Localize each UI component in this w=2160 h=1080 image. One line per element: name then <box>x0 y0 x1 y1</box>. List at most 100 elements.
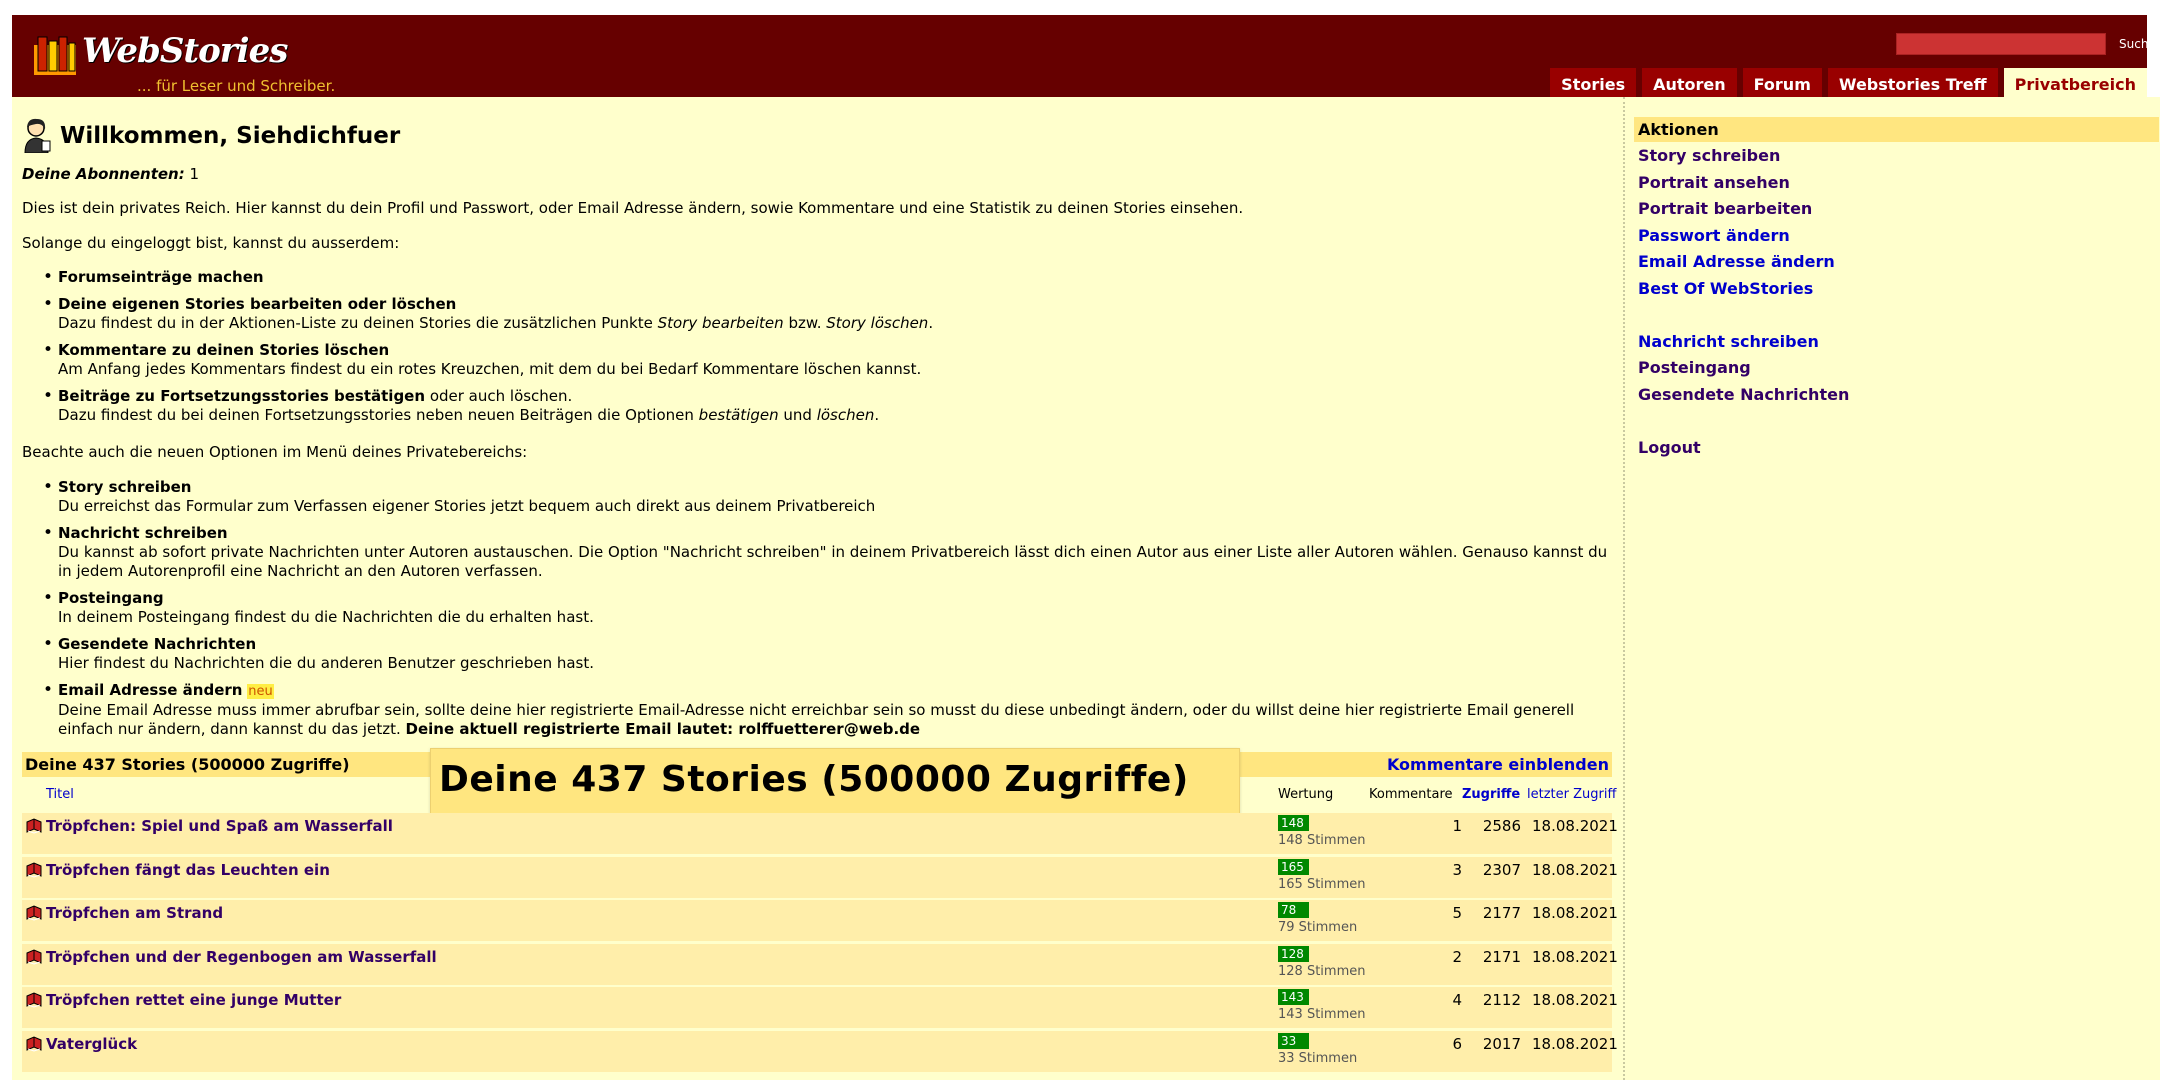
list-item: Gesendete Nachrichten Hier findest du Na… <box>43 635 1615 673</box>
rating-badge: 33 <box>1278 1032 1309 1049</box>
stories-table-header: Titel Wertung Kommentare Zugriffe letzte… <box>22 785 1616 805</box>
sidebar: Aktionen Story schreiben Portrait ansehe… <box>1623 97 2160 1080</box>
book-icon <box>26 1035 42 1052</box>
search-input[interactable] <box>1896 33 2106 55</box>
user-avatar-icon <box>24 118 51 153</box>
comment-count: 5 <box>1452 904 1462 922</box>
book-icon <box>26 992 42 1008</box>
bullet-title-suffix: oder auch löschen. <box>425 387 573 405</box>
column-title[interactable]: Titel <box>46 787 74 802</box>
tab-forum[interactable]: Forum <box>1742 68 1822 97</box>
sidebar-item-best-of[interactable]: Best Of WebStories <box>1638 279 1813 298</box>
list-item: Email Adresse ändern neu Deine Email Adr… <box>43 681 1615 739</box>
logo-title: WebStories <box>82 31 288 71</box>
view-count: 2586 <box>1482 817 1521 835</box>
tab-autoren[interactable]: Autoren <box>1642 68 1737 97</box>
bullet-text: Dazu findest du in der Aktionen-Liste zu… <box>58 314 658 332</box>
bullet-text: Du kannst ab sofort private Nachrichten … <box>58 543 1608 580</box>
rating-badge: 78 <box>1278 902 1309 918</box>
toggle-comments-link[interactable]: Kommentare einblenden <box>1387 755 1609 774</box>
comment-count: 4 <box>1452 991 1462 1009</box>
site-logo[interactable]: WebStories ... für Leser und Schreiber. <box>22 23 335 95</box>
tab-privatbereich[interactable]: Privatbereich <box>2003 68 2147 97</box>
column-last-access[interactable]: letzter Zugriff <box>1527 787 1616 802</box>
bullet-title: Story schreiben <box>58 478 192 496</box>
rating-votes: 128 Stimmen <box>1278 963 1366 979</box>
book-icon <box>26 818 42 834</box>
bullet-text: Dazu findest du bei deinen Fortsetzungss… <box>58 406 699 424</box>
column-rating: Wertung <box>1278 787 1334 802</box>
sidebar-item-email-aendern[interactable]: Email Adresse ändern <box>1638 252 1835 271</box>
bullet-text-italic: bestätigen <box>698 406 779 424</box>
bullet-title: Email Adresse ändern <box>58 681 243 699</box>
sidebar-item-posteingang[interactable]: Posteingang <box>1638 358 1751 377</box>
column-views[interactable]: Zugriffe <box>1462 787 1520 802</box>
rating-votes: 143 Stimmen <box>1278 1007 1366 1022</box>
sidebar-item-portrait-ansehen[interactable]: Portrait ansehen <box>1638 173 1790 192</box>
bullet-text-italic: Story löschen <box>826 314 929 332</box>
book-icon <box>26 948 42 965</box>
logo-slogan: ... für Leser und Schreiber. <box>137 77 336 95</box>
sidebar-item-passwort-aendern[interactable]: Passwort ändern <box>1638 226 1790 245</box>
tab-stories[interactable]: Stories <box>1550 68 1637 97</box>
story-title-link[interactable]: Tröpfchen und der Regenbogen am Wasserfa… <box>46 948 437 966</box>
view-count: 2171 <box>1482 947 1521 966</box>
sidebar-item-portrait-bearbeiten[interactable]: Portrait bearbeiten <box>1638 199 1812 218</box>
bullet-title: Kommentare zu deinen Stories löschen <box>58 341 390 359</box>
view-count: 2017 <box>1482 1034 1521 1053</box>
stories-title-magnified: Deine 437 Stories (500000 Zugriffe) <box>430 748 1240 818</box>
table-row: Tröpfchen am Strand 78 79 Stimmen 5 2177 18.0… <box>22 900 1618 941</box>
bullet-text: . <box>928 314 934 332</box>
list-item: Posteingang In deinem Posteingang findes… <box>43 589 1615 627</box>
list-item: Nachricht schreiben Du kannst ab sofort … <box>43 524 1615 581</box>
story-title-link[interactable]: Tröpfchen fängt das Leuchten ein <box>46 861 330 879</box>
story-title-link[interactable]: Tröpfchen rettet eine junge Mutter <box>46 991 341 1009</box>
bullet-title: Deine eigenen Stories bearbeiten oder lö… <box>58 295 457 313</box>
list-item: Forumseinträge machen <box>43 268 1615 287</box>
rating-badge: 143 <box>1278 989 1309 1005</box>
sidebar-item-logout[interactable]: Logout <box>1638 438 1701 457</box>
bullet-text: . <box>874 406 880 424</box>
table-row: Tröpfchen: Spiel und Spaß am Wasserfall 1… <box>22 813 1618 854</box>
last-access-date: 18.08.2021 <box>1532 860 1618 879</box>
tab-webstories-treff[interactable]: Webstories Treff <box>1827 68 1998 97</box>
stories-count-title: Deine 437 Stories (500000 Zugriffe) <box>25 755 350 774</box>
subscriber-count: Deine Abonnenten: 1 <box>22 165 199 183</box>
story-title-link[interactable]: Tröpfchen: Spiel und Spaß am Wasserfall <box>46 817 393 835</box>
table-row: Tröpfchen fängt das Leuchten ein 165 165 S… <box>22 856 1618 898</box>
bullet-title: Posteingang <box>58 589 164 607</box>
bullet-title: Forumseinträge machen <box>58 268 264 286</box>
feature-list: Forumseinträge machen Deine eigenen Stor… <box>43 268 1615 433</box>
rating-votes: 165 Stimmen <box>1278 876 1366 892</box>
rating-badge: 148 <box>1278 815 1309 831</box>
main-nav: Stories Autoren Forum Webstories Treff P… <box>1550 68 2147 97</box>
rating-votes: 33 Stimmen <box>1278 1050 1358 1066</box>
last-access-date: 18.08.2021 <box>1532 904 1618 922</box>
story-title-link[interactable]: Vaterglück <box>46 1035 137 1053</box>
bullet-text-italic: Story bearbeiten <box>657 314 784 332</box>
comment-count: 6 <box>1452 1034 1462 1053</box>
subscriber-value: 1 <box>189 165 200 183</box>
comment-count: 2 <box>1452 947 1462 966</box>
bullet-title: Nachricht schreiben <box>58 524 228 542</box>
last-access-date: 18.08.2021 <box>1532 991 1618 1009</box>
logged-in-intro: Solange du eingeloggt bist, kannst du au… <box>22 234 400 252</box>
table-row: Tröpfchen rettet eine junge Mutter 143 143… <box>22 987 1618 1028</box>
column-comments: Kommentare <box>1369 787 1453 802</box>
table-row: Vaterglück 33 33 Stimmen 6 2017 18.08.2021 <box>22 1030 1618 1072</box>
view-count: 2307 <box>1482 860 1521 879</box>
sidebar-item-story-schreiben[interactable]: Story schreiben <box>1638 146 1780 165</box>
bullet-text: In deinem Posteingang findest du die Nac… <box>58 608 594 626</box>
site-header: WebStories ... für Leser und Schreiber. … <box>12 15 2160 97</box>
view-count: 2177 <box>1482 904 1521 922</box>
story-title-link[interactable]: Tröpfchen am Strand <box>46 904 223 922</box>
sidebar-item-nachricht-schreiben[interactable]: Nachricht schreiben <box>1638 332 1819 351</box>
bullet-text: Hier findest du Nachrichten die du ander… <box>58 654 595 672</box>
new-options-list: Story schreiben Du erreichst das Formula… <box>43 478 1615 747</box>
sidebar-item-gesendete-nachrichten[interactable]: Gesendete Nachrichten <box>1638 385 1849 404</box>
intro-text: Dies ist dein privates Reich. Hier kanns… <box>22 199 1244 217</box>
comment-count: 1 <box>1452 817 1462 835</box>
view-count: 2112 <box>1482 991 1521 1009</box>
search-button[interactable]: Suchen <box>2115 33 2160 55</box>
bullet-text: bzw. <box>783 314 827 332</box>
